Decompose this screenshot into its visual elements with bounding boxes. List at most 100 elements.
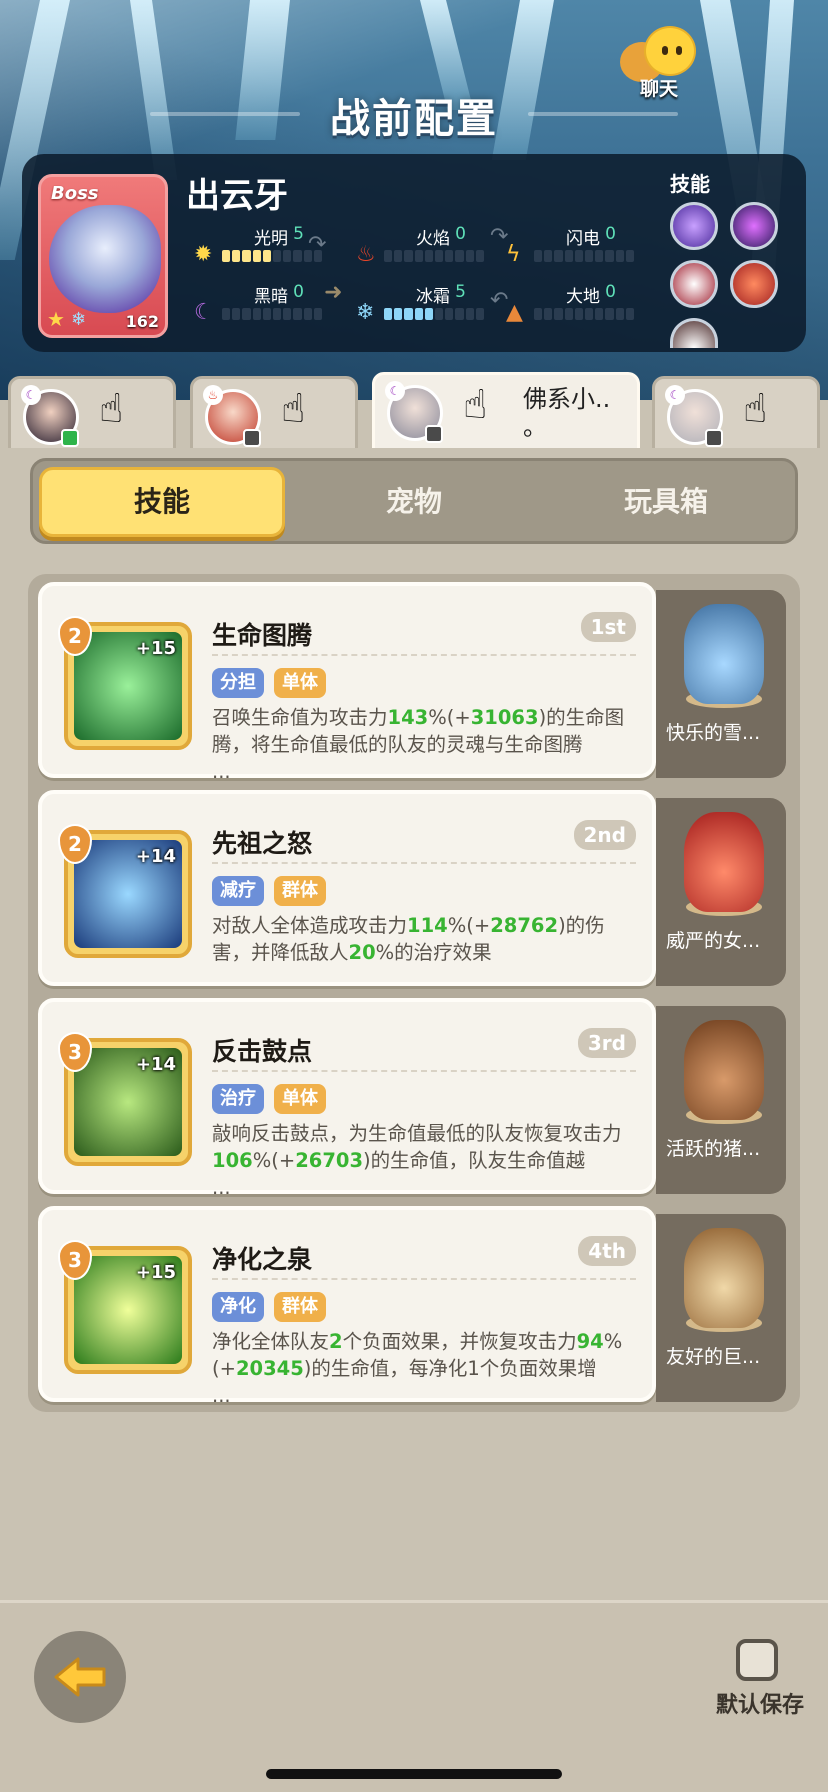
chat-label: 聊天 bbox=[640, 78, 679, 100]
ancestor-skill-icon: +14 bbox=[74, 840, 182, 948]
pet-dragon-icon bbox=[684, 812, 764, 912]
skill-order-badge: 4th bbox=[578, 1236, 636, 1266]
drum-skill-icon: +14 bbox=[74, 1048, 182, 1156]
frost-icon: ❄ bbox=[356, 300, 375, 325]
stat-value: 0 bbox=[605, 282, 616, 302]
stat-label: 闪电 bbox=[566, 229, 600, 249]
pet-slot[interactable]: 友好的巨... bbox=[656, 1214, 786, 1402]
hero-tab-4[interactable]: ☾ ☝ bbox=[652, 376, 820, 452]
hand-icon: ☝ bbox=[281, 386, 306, 432]
star-icon: ★ bbox=[47, 307, 65, 331]
boss-skill-3-icon[interactable] bbox=[670, 260, 718, 308]
stat-bar bbox=[384, 250, 485, 262]
boss-level: 162 bbox=[125, 312, 159, 331]
hand-icon: ☝ bbox=[463, 382, 488, 428]
arrow-right-icon: ➜ bbox=[324, 280, 343, 305]
stat-light: 光明 5 ✹ bbox=[194, 224, 324, 266]
skill-row[interactable]: +15 3 净化之泉 4th 净化 群体 净化全体队友2个负面效果，并恢复攻击力… bbox=[38, 1206, 790, 1407]
pet-slot[interactable]: 威严的女... bbox=[656, 798, 786, 986]
skill-name: 净化之泉 bbox=[212, 1245, 313, 1274]
divider bbox=[212, 1278, 636, 1280]
boss-tag: Boss bbox=[51, 183, 99, 204]
hero-tab-2[interactable]: ♨ ☝ bbox=[190, 376, 358, 452]
skill-row[interactable]: +14 3 反击鼓点 3rd 治疗 单体 敲响反击鼓点，为生命值最低的队友恢复攻… bbox=[38, 998, 790, 1199]
stat-label: 冰霜 bbox=[416, 287, 450, 307]
stat-bar bbox=[534, 250, 635, 262]
boss-skills-label: 技能 bbox=[670, 172, 710, 196]
default-save-checkbox[interactable] bbox=[736, 1639, 778, 1681]
tab-skills[interactable]: 技能 bbox=[39, 467, 285, 537]
skill-card[interactable]: +14 3 反击鼓点 3rd 治疗 单体 敲响反击鼓点，为生命值最低的队友恢复攻… bbox=[38, 998, 656, 1199]
pet-snowman-icon bbox=[684, 604, 764, 704]
boss-skill-1-icon[interactable] bbox=[670, 202, 718, 250]
tab-toybox[interactable]: 玩具箱 bbox=[543, 467, 789, 537]
hero-badge-icon bbox=[705, 429, 723, 447]
bottom-bar: 默认保存 bbox=[0, 1600, 828, 1792]
stat-value: 5 bbox=[293, 224, 304, 244]
boss-portrait[interactable]: Boss ★ ❄ 162 bbox=[38, 174, 168, 338]
frost-element-icon: ❄ bbox=[71, 309, 87, 330]
skill-row[interactable]: +14 2 先祖之怒 2nd 减疗 群体 对敌人全体造成攻击力114%(+287… bbox=[38, 790, 790, 986]
hero-badge-icon bbox=[425, 425, 443, 443]
boss-skill-4-icon[interactable] bbox=[730, 260, 778, 308]
pet-giant-icon bbox=[684, 1228, 764, 1328]
dark-element-icon: ☾ bbox=[385, 381, 405, 401]
tab-pets[interactable]: 宠物 bbox=[291, 467, 537, 537]
totem-skill-icon: +15 bbox=[74, 632, 182, 740]
skill-tag: 群体 bbox=[274, 876, 326, 906]
pet-slot[interactable]: 快乐的雪... bbox=[656, 590, 786, 778]
skill-description: 敲响反击鼓点，为生命值最低的队友恢复攻击力106%(+26703)的生命值，队友… bbox=[212, 1122, 622, 1199]
default-save-label: 默认保存 bbox=[716, 1693, 805, 1718]
skill-card[interactable]: +15 2 生命图腾 1st 分担 单体 召唤生命值为攻击力143%(+3106… bbox=[38, 582, 656, 783]
stat-bar bbox=[222, 250, 323, 262]
divider bbox=[212, 862, 636, 864]
boss-skill-5-icon[interactable] bbox=[670, 318, 718, 348]
skill-description: 召唤生命值为攻击力143%(+31063)的生命图腾，将生命值最低的队友的灵魂与… bbox=[212, 706, 625, 783]
skill-tag: 单体 bbox=[274, 668, 326, 698]
skill-tag: 群体 bbox=[274, 1292, 326, 1322]
pet-name: 活跃的猪... bbox=[666, 1138, 761, 1160]
dark-element-icon: ☾ bbox=[665, 385, 685, 405]
cycle-arrow-icon: ↷ bbox=[308, 232, 327, 257]
skill-order-badge: 2nd bbox=[573, 820, 636, 850]
hero-tab-3[interactable]: ☾ ☝ 佛系小.. 。 bbox=[372, 372, 640, 454]
fire-icon: ♨ bbox=[356, 242, 376, 267]
divider bbox=[212, 1070, 636, 1072]
boss-name: 出云牙 bbox=[186, 176, 288, 216]
skill-card[interactable]: +15 3 净化之泉 4th 净化 群体 净化全体队友2个负面效果，并恢复攻击力… bbox=[38, 1206, 656, 1407]
skill-name: 反击鼓点 bbox=[212, 1037, 313, 1066]
pet-name: 威严的女... bbox=[666, 930, 761, 952]
skill-description: 净化全体队友2个负面效果，并恢复攻击力94%(+20345)的生命值，每净化1个… bbox=[212, 1330, 623, 1407]
pet-boar-icon bbox=[684, 1020, 764, 1120]
boss-skill-2-icon[interactable] bbox=[730, 202, 778, 250]
hand-icon: ☝ bbox=[99, 386, 124, 432]
back-button[interactable] bbox=[34, 1631, 126, 1723]
skill-name: 先祖之怒 bbox=[212, 829, 313, 858]
skill-card[interactable]: +14 2 先祖之怒 2nd 减疗 群体 对敌人全体造成攻击力114%(+287… bbox=[38, 790, 656, 986]
skill-tag: 单体 bbox=[274, 1084, 326, 1114]
skill-plus: +15 bbox=[135, 638, 176, 659]
hero-tab-1[interactable]: ☾ ☝ bbox=[8, 376, 176, 452]
hero-badge-icon bbox=[243, 429, 261, 447]
stat-value: 0 bbox=[605, 224, 616, 244]
skill-tag: 分担 bbox=[212, 668, 264, 698]
lightning-icon: ϟ bbox=[506, 242, 521, 267]
fire-element-icon: ♨ bbox=[203, 385, 223, 405]
earth-icon: ▲ bbox=[506, 300, 523, 325]
stat-bar bbox=[222, 308, 323, 320]
skill-plus: +14 bbox=[135, 846, 176, 867]
skill-row[interactable]: +15 2 生命图腾 1st 分担 单体 召唤生命值为攻击力143%(+3106… bbox=[38, 582, 790, 783]
dark-element-icon: ☾ bbox=[21, 385, 41, 405]
stat-label: 光明 bbox=[254, 229, 288, 249]
stat-value: 0 bbox=[293, 282, 304, 302]
skill-order-badge: 3rd bbox=[577, 1028, 636, 1058]
spring-skill-icon: +15 bbox=[74, 1256, 182, 1364]
skill-description: 对敌人全体造成攻击力114%(+28762)的伤害，并降低敌人20%的治疗效果 bbox=[212, 914, 605, 964]
pet-slot[interactable]: 活跃的猪... bbox=[656, 1006, 786, 1194]
stat-bar bbox=[384, 308, 485, 320]
divider bbox=[212, 654, 636, 656]
chat-button[interactable]: 聊天 bbox=[618, 24, 708, 104]
hero-name: 佛系小.. 。 bbox=[523, 385, 611, 441]
stat-earth: 大地 0 ▲ bbox=[506, 282, 636, 325]
home-indicator bbox=[266, 1769, 562, 1779]
